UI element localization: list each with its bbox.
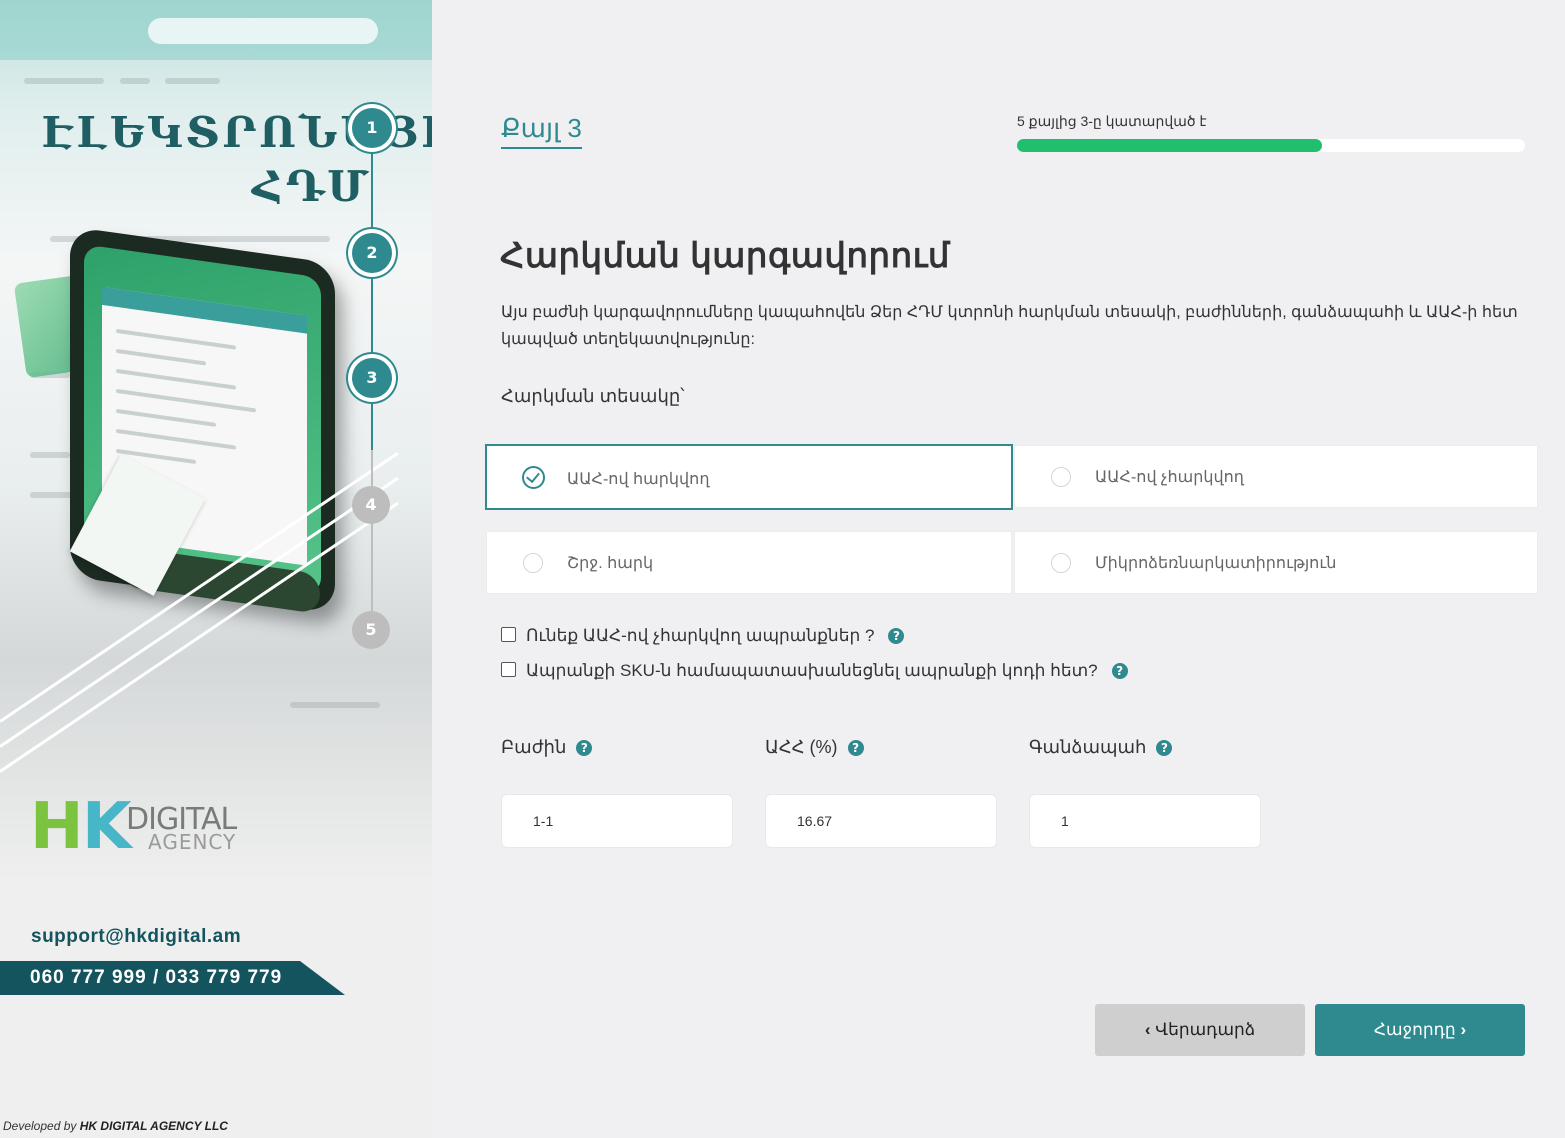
page-title: Հարկման կարգավորում: [500, 237, 950, 275]
help-icon[interactable]: ?: [1111, 663, 1128, 679]
step-2-indicator: 2: [352, 233, 392, 273]
decorative-line: [24, 78, 104, 84]
tax-option-label: ԱԱՀ-ով չհարկվող: [1095, 469, 1244, 486]
help-icon[interactable]: ?: [847, 740, 864, 756]
radio-checked-icon: [522, 466, 545, 489]
next-button-label: Հաջորդը: [1373, 1020, 1456, 1039]
step-1-indicator: 1: [352, 108, 392, 148]
step-3-indicator: 3: [352, 358, 392, 398]
back-button-label: Վերադարձ: [1155, 1020, 1256, 1039]
tax-option-label: Միկրոձեռնարկատիրություն: [1095, 555, 1337, 572]
decorative-search: [148, 18, 378, 44]
tax-option-vat[interactable]: ԱԱՀ-ով հարկվող: [485, 444, 1013, 510]
department-input[interactable]: 1-1: [501, 794, 733, 848]
support-phones: 060 777 999 / 033 779 779: [0, 961, 345, 995]
screen-row: [116, 368, 236, 390]
sku-match-checkbox[interactable]: [501, 662, 516, 677]
radio-icon: [1051, 553, 1071, 573]
progress-bar-fill: [1017, 139, 1322, 152]
decorative-line: [290, 702, 380, 708]
screen-row: [116, 388, 256, 413]
cashier-label-text: Գանձապահ: [1029, 737, 1147, 757]
help-icon[interactable]: ?: [576, 740, 593, 756]
logo-letter-k: K: [82, 790, 132, 864]
non-vat-goods-checkbox[interactable]: [501, 627, 516, 642]
tax-option-turnover[interactable]: Շրջ. հարկ: [486, 531, 1012, 594]
tax-option-label: Շրջ. հարկ: [567, 555, 654, 572]
tax-option-non-vat[interactable]: ԱԱՀ-ով չհարկվող: [1014, 445, 1538, 508]
radio-icon: [1051, 467, 1071, 487]
next-button[interactable]: Հաջորդը ›: [1315, 1004, 1525, 1056]
logo-agency: AGENCY: [148, 830, 237, 854]
chevron-left-icon: ‹: [1144, 1020, 1151, 1039]
sku-match-checkbox-row: Ապրանքի SKU-ն համապատասխանեցնել ապրանքի …: [501, 661, 1128, 681]
tax-option-micro[interactable]: Միկրոձեռնարկատիրություն: [1014, 531, 1538, 594]
chevron-right-icon: ›: [1460, 1020, 1467, 1039]
app-title-line2: ՀԴՄ: [252, 162, 372, 211]
progress-text: 5 քայլից 3-ը կատարված է: [1017, 113, 1207, 129]
page-description: Այս բաժնի կարգավորումները կապահովեն Ձեր …: [501, 304, 1518, 348]
steps-remaining-line: [371, 450, 373, 630]
developed-by-prefix: Developed by: [3, 1119, 77, 1133]
radio-icon: [523, 553, 543, 573]
logo-letter-h: H: [30, 790, 84, 864]
tax-option-label: ԱԱՀ-ով հարկվող: [567, 471, 710, 488]
step-label: Քայլ 3: [501, 113, 582, 149]
developed-by-company: HK DIGITAL AGENCY LLC: [79, 1119, 228, 1133]
support-email[interactable]: support@hkdigital.am: [31, 926, 241, 948]
cashier-label: Գանձապահ?: [1029, 737, 1173, 758]
department-label: Բաժին?: [501, 737, 593, 758]
vat-rate-label: ԱՀՀ (%)?: [765, 737, 864, 758]
progress-bar: [1017, 139, 1525, 152]
help-icon[interactable]: ?: [1156, 740, 1173, 756]
screen-row: [116, 428, 236, 450]
hk-digital-logo: H K DIGITAL AGENCY: [30, 782, 260, 864]
help-icon[interactable]: ?: [888, 628, 905, 644]
decorative-line: [165, 78, 220, 84]
non-vat-goods-checkbox-row: Ունեք ԱԱՀ-ով չհարկվող ապրանքներ ??: [501, 626, 905, 646]
tax-type-label: Հարկման տեսակը՝: [501, 386, 685, 406]
checkbox-label[interactable]: Ապրանքի SKU-ն համապատասխանեցնել ապրանքի …: [526, 661, 1098, 680]
step-5-indicator: 5: [352, 611, 390, 649]
steps-progress-line: [371, 130, 373, 450]
decorative-line: [30, 452, 70, 458]
vat-rate-label-text: ԱՀՀ (%): [765, 737, 838, 757]
developed-by: Developed by HK DIGITAL AGENCY LLC: [3, 1119, 228, 1133]
step-4-indicator: 4: [352, 486, 390, 524]
decorative-line: [120, 78, 150, 84]
left-panel: ԷԼԵԿՏՐՈՆԱՅԻՆ ՀԴՄ 1 2 3 4 5 H K DIGITAL A…: [0, 0, 432, 1138]
screen-row: [116, 328, 236, 350]
vat-rate-input[interactable]: 16.67: [765, 794, 997, 848]
back-button[interactable]: ‹ Վերադարձ: [1095, 1004, 1305, 1056]
screen-row: [116, 408, 216, 427]
screen-header: [102, 286, 307, 334]
screen-row: [116, 348, 206, 366]
cashier-input[interactable]: 1: [1029, 794, 1261, 848]
checkbox-label[interactable]: Ունեք ԱԱՀ-ով չհարկվող ապրանքներ ?: [526, 626, 874, 645]
department-label-text: Բաժին: [501, 737, 567, 757]
